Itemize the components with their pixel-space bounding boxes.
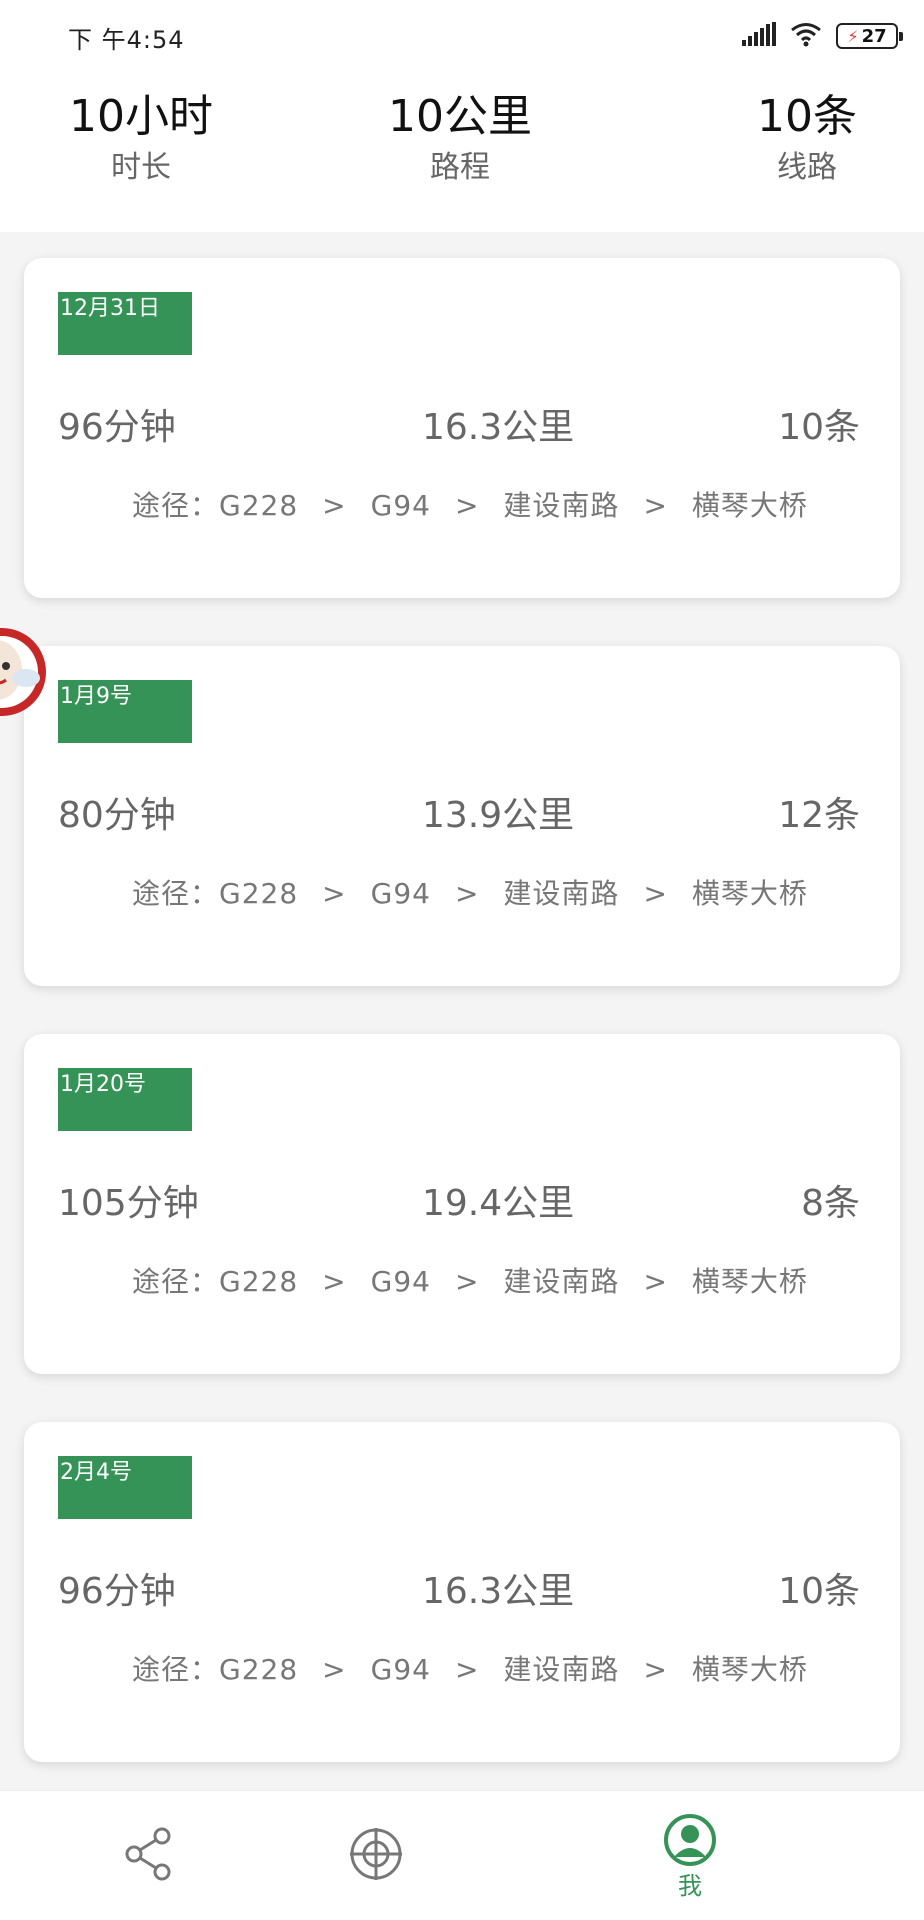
route-stop: G228 <box>219 877 299 910</box>
trip-metrics: 96分钟 16.3公里 10条 <box>58 1562 860 1612</box>
trip-date-tag: 1月20号 <box>58 1068 192 1131</box>
route-separator: > <box>322 1653 347 1686</box>
trip-date-tag: 12月31日 <box>58 292 192 355</box>
nav-item-share[interactable] <box>110 1791 190 1920</box>
route-prefix: 途径： <box>132 489 220 522</box>
route-separator: > <box>454 1653 480 1686</box>
route-stop: 建设南路 <box>503 877 620 910</box>
status-time: 下 午4:54 <box>68 26 185 54</box>
route-separator: > <box>643 1265 668 1298</box>
wifi-icon <box>790 21 822 51</box>
summary-stats: 10小时 时长 10公里 路程 10条 线路 <box>0 88 924 198</box>
share-icon <box>122 1826 178 1886</box>
routes-value: 10条 <box>757 91 857 142</box>
route-stop: G228 <box>219 1265 299 1298</box>
route-stop: G94 <box>370 1265 431 1298</box>
route-separator: > <box>322 489 347 522</box>
route-stop: 建设南路 <box>503 1265 620 1298</box>
route-stop: 横琴大桥 <box>691 1265 808 1298</box>
trip-metrics: 96分钟 16.3公里 10条 <box>58 398 860 448</box>
route-stop: G228 <box>219 489 299 522</box>
nav-label-profile: 我 <box>678 1872 702 1900</box>
route-stop: 横琴大桥 <box>691 1653 808 1686</box>
route-stop: 横琴大桥 <box>691 877 808 910</box>
trip-duration: 80分钟 <box>58 795 176 836</box>
route-separator: > <box>454 1265 480 1298</box>
status-bar: 下 午4:54 ⚡ 27 <box>0 0 924 70</box>
trip-card[interactable]: 2月4号 96分钟 16.3公里 10条 途径：G228 > G94 > 建设南路 > 横琴… <box>24 1422 900 1762</box>
trip-duration: 96分钟 <box>58 407 176 448</box>
route-stop: G94 <box>370 489 431 522</box>
route-stop: G94 <box>370 877 431 910</box>
distance-value: 10公里 <box>388 91 532 142</box>
trip-duration: 96分钟 <box>58 1571 176 1612</box>
trip-distance: 16.3公里 <box>422 407 575 448</box>
stat-duration: 10小时 时长 <box>66 88 216 190</box>
route-separator: > <box>454 489 480 522</box>
duration-label: 时长 <box>111 150 171 185</box>
battery-charging-icon: ⚡ 27 <box>836 23 903 49</box>
route-stop: 建设南路 <box>503 489 620 522</box>
signal-icon <box>742 22 776 50</box>
route-stop: G94 <box>370 1653 431 1686</box>
trip-count: 10条 <box>778 1571 860 1612</box>
trip-count: 8条 <box>801 1183 860 1224</box>
battery-level: 27 <box>861 25 887 47</box>
trip-card[interactable]: 1月20号 105分钟 19.4公里 8条 途径：G228 > G94 > 建设南路 > 横… <box>24 1034 900 1374</box>
stat-routes: 10条 线路 <box>752 88 862 190</box>
nav-item-profile[interactable]: 我 <box>640 1791 740 1920</box>
trip-route: 途径：G228 > G94 > 建设南路 > 横琴大桥 <box>132 872 808 912</box>
trip-distance: 13.9公里 <box>422 795 575 836</box>
trip-metrics: 80分钟 13.9公里 12条 <box>58 786 860 836</box>
route-stop: 建设南路 <box>503 1653 620 1686</box>
status-icons: ⚡ 27 <box>742 20 903 52</box>
route-stop: G228 <box>219 1653 299 1686</box>
routes-label: 线路 <box>777 150 837 185</box>
trip-route: 途径：G228 > G94 > 建设南路 > 横琴大桥 <box>132 1648 808 1688</box>
trip-card[interactable]: 1月9号 80分钟 13.9公里 12条 途径：G228 > G94 > 建设南路 > 横琴… <box>24 646 900 986</box>
trip-count: 10条 <box>778 407 860 448</box>
distance-label: 路程 <box>430 150 490 185</box>
bottom-navigation: 我 <box>0 1790 924 1920</box>
trip-route: 途径：G228 > G94 > 建设南路 > 横琴大桥 <box>132 484 808 524</box>
trip-card[interactable]: 12月31日 96分钟 16.3公里 10条 途径：G228 > G94 > 建设南路 >… <box>24 258 900 598</box>
route-stop: 横琴大桥 <box>691 489 808 522</box>
stat-distance: 10公里 路程 <box>380 88 540 190</box>
route-prefix: 途径： <box>132 1265 220 1298</box>
header-area: 下 午4:54 ⚡ 27 10小时 时长 10公里 路程 10条 线路 <box>0 0 924 232</box>
user-profile-icon <box>663 1813 717 1871</box>
trip-duration: 105分钟 <box>58 1183 199 1224</box>
trip-count: 12条 <box>778 795 860 836</box>
trip-route: 途径：G228 > G94 > 建设南路 > 横琴大桥 <box>132 1260 808 1300</box>
route-separator: > <box>322 877 347 910</box>
trip-date-tag: 2月4号 <box>58 1456 192 1519</box>
route-separator: > <box>643 1653 668 1686</box>
trip-distance: 19.4公里 <box>422 1183 575 1224</box>
route-prefix: 途径： <box>132 1653 220 1686</box>
trip-distance: 16.3公里 <box>422 1571 575 1612</box>
floating-assistant-icon[interactable] <box>0 612 56 732</box>
route-separator: > <box>454 877 480 910</box>
trip-metrics: 105分钟 19.4公里 8条 <box>58 1174 860 1224</box>
route-separator: > <box>643 877 668 910</box>
route-prefix: 途径： <box>132 877 220 910</box>
route-separator: > <box>322 1265 347 1298</box>
route-separator: > <box>643 489 668 522</box>
duration-value: 10小时 <box>69 91 213 142</box>
trip-date-tag: 1月9号 <box>58 680 192 743</box>
nav-item-target[interactable] <box>336 1791 416 1920</box>
target-icon <box>348 1826 404 1886</box>
